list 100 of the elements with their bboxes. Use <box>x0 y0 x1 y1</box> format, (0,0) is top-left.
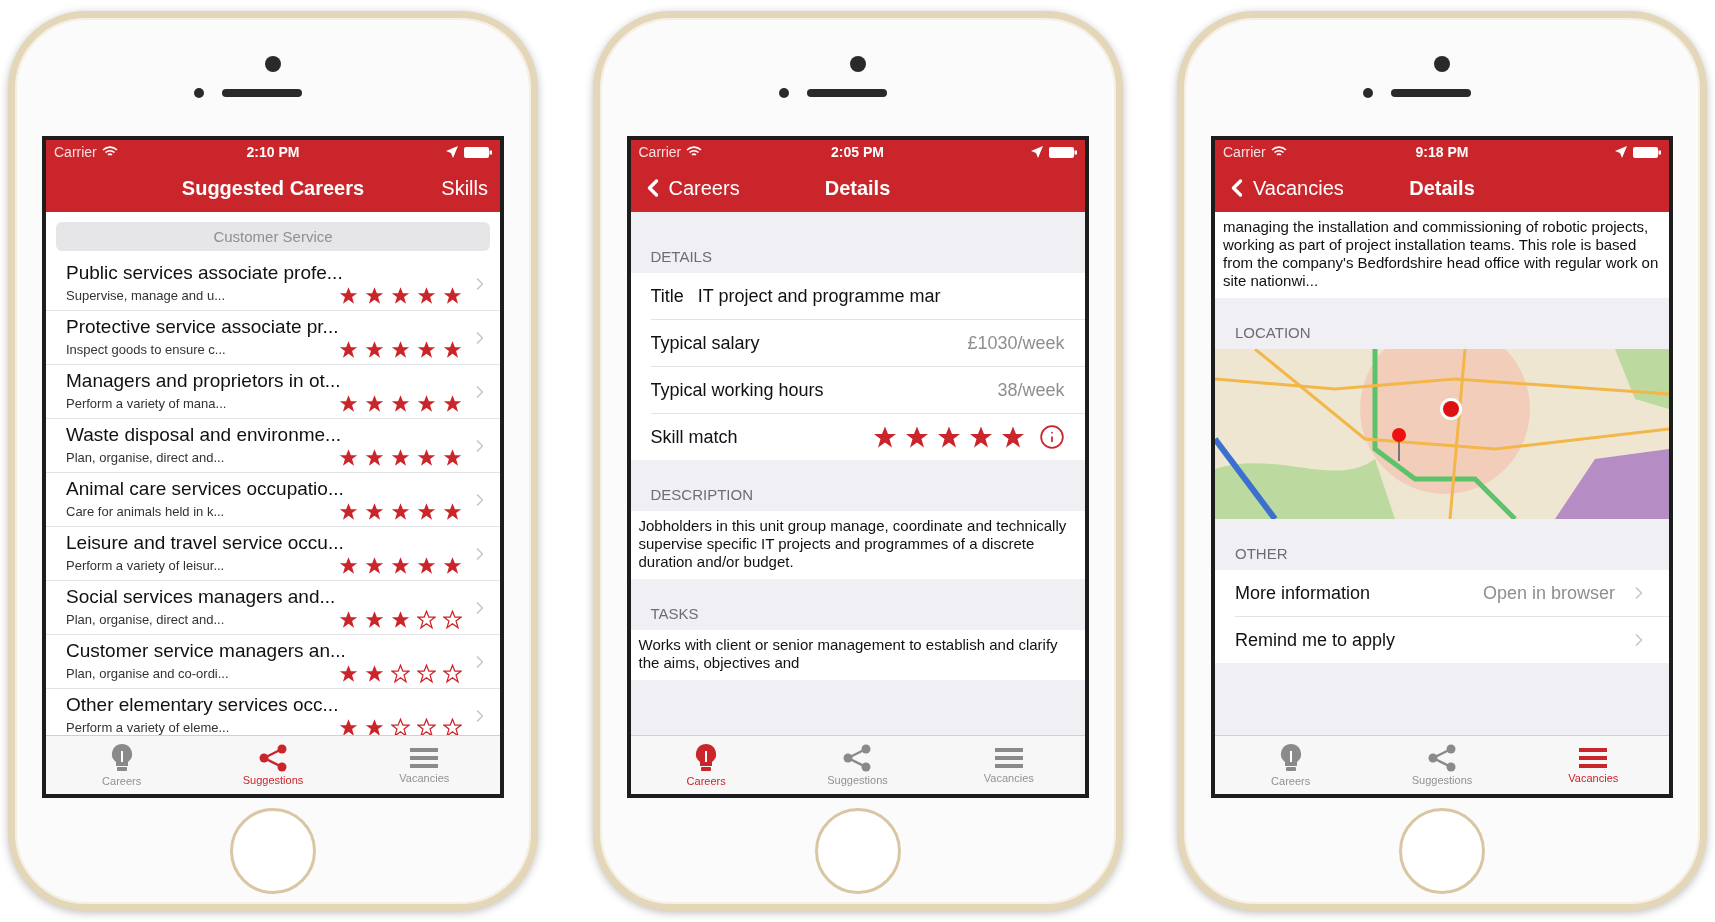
star-icon <box>365 664 384 683</box>
row-value: Open in browser <box>1482 582 1615 604</box>
section-header: DETAILS <box>649 247 713 267</box>
sensor-dot <box>194 88 204 98</box>
star-icon <box>365 394 384 413</box>
star-icon <box>365 718 384 735</box>
row-value: 38/week <box>997 379 1065 401</box>
lightbulb-icon <box>1278 743 1303 773</box>
star-icon <box>417 448 436 467</box>
tab-button[interactable]: Suggestions <box>781 736 934 794</box>
career-row[interactable]: Managers and proprietors in ot... Perform a variety of mana... <box>46 365 500 419</box>
star-icon <box>365 610 384 629</box>
career-summary: Inspect goods to ensure c... <box>66 342 226 357</box>
star-icon <box>391 286 410 305</box>
paragraph: managing the installation and commissioning of robotic projects, working as part of project installation teams. This role is based from the company's Bedfordshire head office with regular work on site nationwi... <box>1215 212 1669 298</box>
tab-button[interactable]: Vacancies <box>348 736 500 794</box>
career-title: Other elementary services occ... <box>66 694 340 716</box>
career-row[interactable]: Protective service associate pr... Inspect goods to ensure c... <box>46 311 500 365</box>
star-icon <box>339 394 358 413</box>
career-summary: Care for animals held in k... <box>66 504 225 519</box>
career-title: Waste disposal and environme... <box>66 424 342 446</box>
menu-icon <box>1579 746 1608 770</box>
career-summary: Plan, organise, direct and... <box>66 612 225 627</box>
career-summary: Perform a variety of mana... <box>66 396 227 411</box>
location-arrow-icon <box>446 146 458 158</box>
back-button[interactable]: Vacancies <box>1223 174 1344 202</box>
career-summary: Plan, organise, direct and... <box>66 450 225 465</box>
star-icon <box>417 502 436 521</box>
battery-icon <box>464 146 492 158</box>
star-icon <box>936 425 961 449</box>
status-time: 9:18 PM <box>1415 144 1469 160</box>
career-title: Customer service managers an... <box>66 640 347 662</box>
career-title: Managers and proprietors in ot... <box>66 370 342 392</box>
career-summary: Perform a variety of eleme... <box>66 720 230 735</box>
status-time: 2:10 PM <box>246 144 300 160</box>
star-icon <box>417 286 436 305</box>
tab-button[interactable]: Careers <box>46 736 198 794</box>
row-label: More information <box>1235 582 1371 604</box>
tab-button[interactable]: Vacancies <box>933 736 1085 794</box>
battery-icon <box>1633 146 1661 158</box>
star-icon <box>391 556 410 575</box>
star-icon <box>391 448 410 467</box>
section-header: OTHER <box>1234 544 1289 564</box>
battery-icon <box>1048 146 1077 158</box>
wifi-icon <box>686 146 703 158</box>
paragraph: Jobholders in this unit group manage, coordinate and technically supervise specific IT projects and programmes of a discrete duration and/or budget. <box>630 511 1085 579</box>
section-header: TASKS <box>649 604 700 624</box>
camera-dot <box>849 56 866 72</box>
carrier-label: Carrier <box>54 144 97 160</box>
tab-button[interactable]: Suggestions <box>197 736 349 794</box>
star-icon <box>443 556 462 575</box>
star-icon <box>443 448 462 467</box>
career-summary: Supervise, manage and u... <box>66 288 225 303</box>
career-summary: Perform a variety of leisur... <box>66 558 225 573</box>
star-icon <box>391 394 410 413</box>
career-row[interactable]: Leisure and travel service occu... Perform a variety of leisur... <box>46 527 500 581</box>
back-button[interactable]: Careers <box>638 174 740 202</box>
tab-button[interactable]: Careers <box>1215 736 1367 794</box>
tab-button[interactable]: Careers <box>630 736 782 794</box>
nav-title: Details <box>824 176 891 200</box>
star-icon <box>443 340 462 359</box>
career-row[interactable]: Customer service managers an... Plan, organise and co-ordi... <box>46 635 500 689</box>
info-icon[interactable] <box>1038 424 1065 450</box>
career-row[interactable]: Waste disposal and environme... Plan, organise, direct and... <box>46 419 500 473</box>
share-icon <box>1426 744 1458 772</box>
row-label: Skill match <box>650 426 738 448</box>
carrier-label: Carrier <box>1223 144 1266 160</box>
career-title: Animal care services occupatio... <box>66 478 345 500</box>
lightbulb-icon <box>109 743 134 773</box>
career-title: Leisure and travel service occu... <box>66 532 345 554</box>
career-row[interactable]: Animal care services occupatio... Care for animals held in k... <box>46 473 500 527</box>
star-icon <box>443 610 462 629</box>
career-title: Public services associate profe... <box>66 262 344 284</box>
skills-button[interactable]: Skills <box>437 176 492 200</box>
menu-icon <box>994 746 1023 770</box>
star-icon <box>391 664 410 683</box>
star-icon <box>339 610 358 629</box>
nav-title: Details <box>1409 176 1475 200</box>
star-icon <box>904 425 929 449</box>
nav-title: Suggested Careers <box>181 176 365 200</box>
status-time: 2:05 PM <box>831 144 884 160</box>
star-icon <box>417 394 436 413</box>
row-label: Remind me to apply <box>1235 629 1396 651</box>
star-icon <box>339 718 358 735</box>
star-icon <box>443 394 462 413</box>
career-title: Social services managers and... <box>66 586 337 608</box>
paragraph: Works with client or senior management to establish and clarify the aims, objectives and <box>630 630 1085 680</box>
star-icon <box>365 340 384 359</box>
career-row[interactable]: Public services associate profe... Supervise, manage and u... <box>46 257 500 311</box>
tab-button[interactable]: Vacancies <box>1517 736 1669 794</box>
tab-button[interactable]: Suggestions <box>1366 736 1518 794</box>
star-icon <box>417 610 436 629</box>
wifi-icon <box>101 146 118 158</box>
star-icon <box>391 502 410 521</box>
star-icon <box>339 448 358 467</box>
star-icon <box>339 556 358 575</box>
career-row[interactable]: Social services managers and... Plan, organise, direct and... <box>46 581 500 635</box>
camera-dot <box>1434 56 1450 72</box>
star-icon <box>365 502 384 521</box>
camera-dot <box>265 56 281 72</box>
